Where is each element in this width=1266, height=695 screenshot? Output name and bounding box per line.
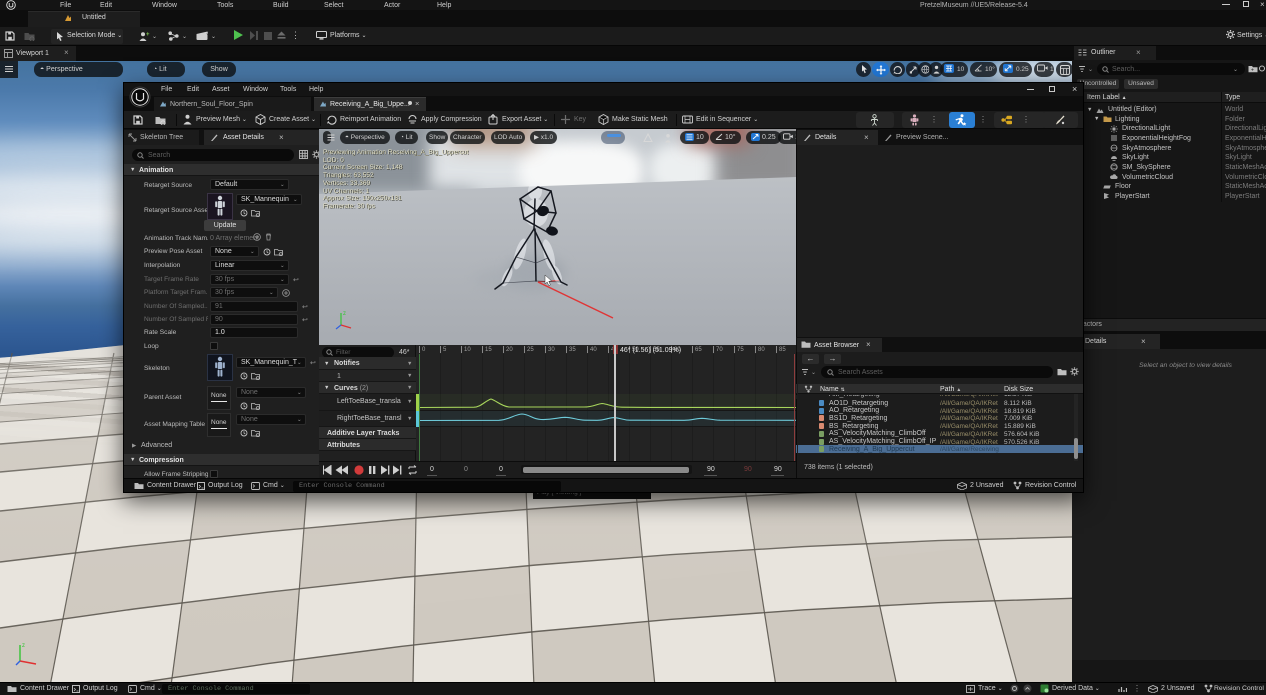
svg-text:z: z <box>343 311 346 317</box>
svg-text:+: + <box>146 32 150 38</box>
svg-text:z: z <box>22 643 25 649</box>
svg-text:+: + <box>1251 68 1254 74</box>
